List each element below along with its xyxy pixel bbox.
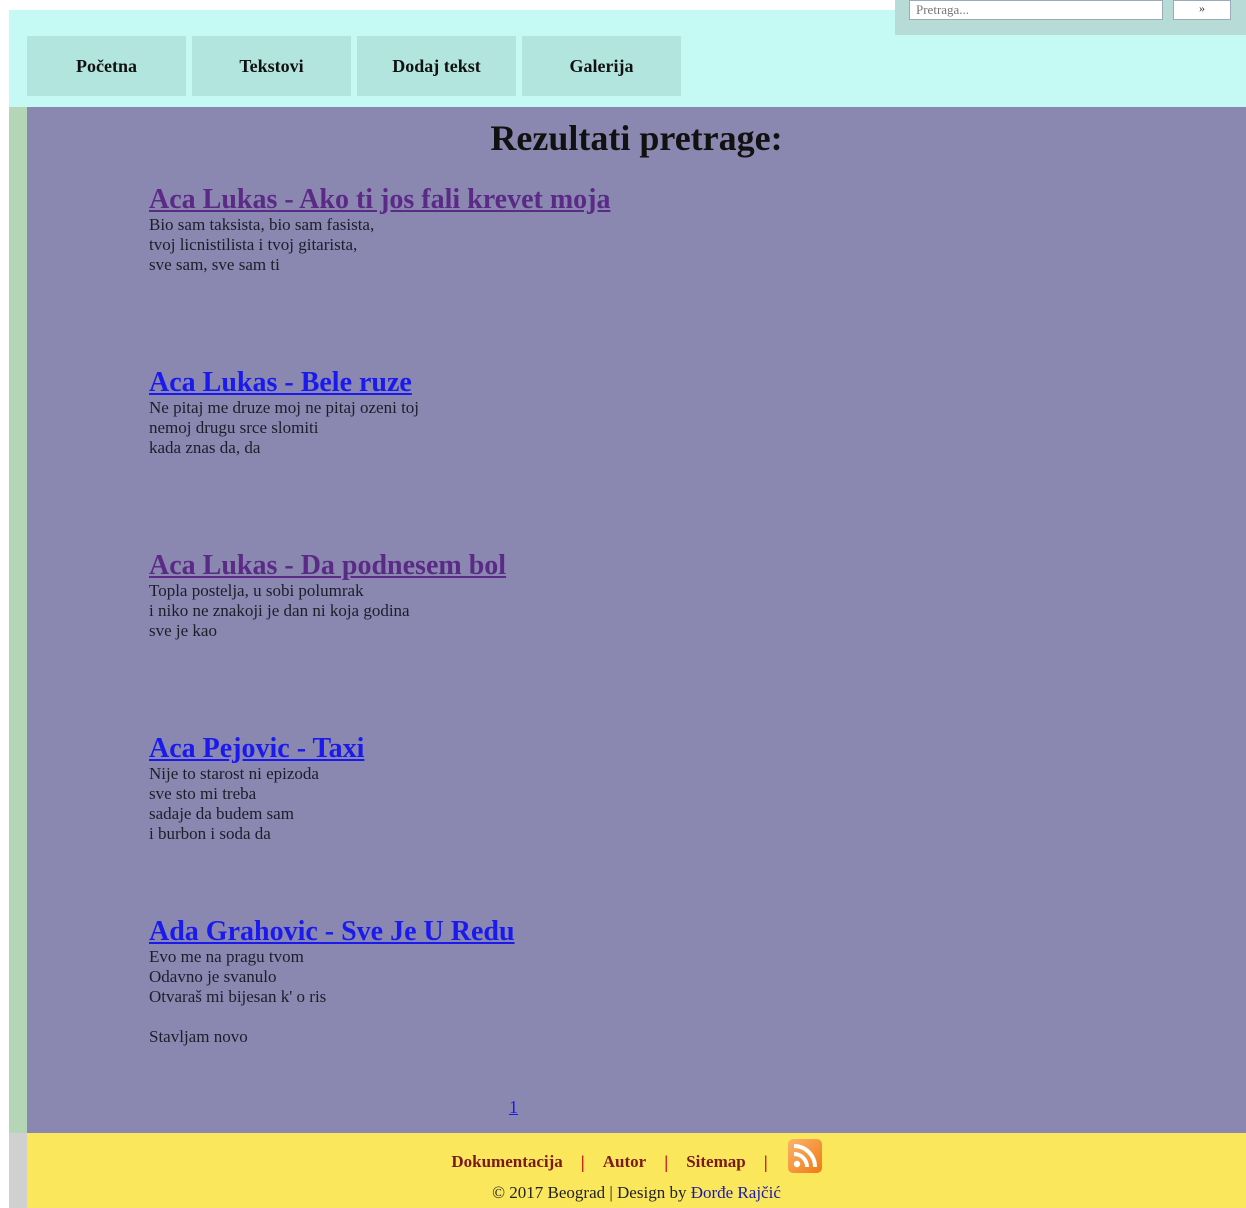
copyright-text: © 2017 Beograd | Design by Đorđe Rajčić (27, 1183, 1246, 1203)
result-link[interactable]: Aca Pejovic - Taxi (149, 734, 364, 764)
nav-item-dodaj-tekst[interactable]: Dodaj tekst (357, 36, 516, 96)
result-excerpt: Bio sam taksista, bio sam fasista, tvoj … (149, 215, 375, 274)
nav-item-tekstovi[interactable]: Tekstovi (192, 36, 351, 96)
pagination-page-link[interactable]: 1 (509, 1097, 518, 1118)
result-excerpt: Evo me na pragu tvom Odavno je svanulo O… (149, 947, 327, 1046)
footer-separator: | (664, 1151, 669, 1172)
footer-link-autor[interactable]: Autor (603, 1152, 646, 1172)
search-result: Aca Pejovic - Taxi Nije to starost ni ep… (149, 734, 364, 844)
result-link[interactable]: Ada Grahovic - Sve Je U Redu (149, 917, 515, 947)
result-link[interactable]: Aca Lukas - Ako ti jos fali krevet moja (149, 185, 610, 215)
author-link[interactable]: Đorđe Rajčić (691, 1183, 781, 1202)
main-content: Rezultati pretrage: Aca Lukas - Ako ti j… (27, 107, 1246, 1133)
search-input[interactable] (909, 0, 1163, 20)
main-nav: Početna Tekstovi Dodaj tekst Galerija (27, 36, 681, 96)
site-footer: Dokumentacija | Autor | Sitemap | © 2017… (27, 1133, 1246, 1208)
footer-separator: | (763, 1151, 768, 1172)
footer-link-sitemap[interactable]: Sitemap (686, 1152, 746, 1172)
search-bar: » (895, 0, 1246, 35)
rss-feed-icon[interactable] (787, 1139, 822, 1173)
result-link[interactable]: Aca Lukas - Bele ruze (149, 368, 419, 398)
page-frame: » Početna Tekstovi Dodaj tekst Galerija … (9, 0, 1246, 1208)
search-result: Aca Lukas - Ako ti jos fali krevet moja … (149, 185, 610, 275)
result-excerpt: Ne pitaj me druze moj ne pitaj ozeni toj… (149, 398, 420, 457)
footer-links: Dokumentacija | Autor | Sitemap | (27, 1139, 1246, 1179)
footer-separator: | (580, 1151, 585, 1172)
page-title: Rezultati pretrage: (490, 118, 783, 158)
nav-item-galerija[interactable]: Galerija (522, 36, 681, 96)
nav-item-pocetna[interactable]: Početna (27, 36, 186, 96)
search-button[interactable]: » (1173, 0, 1231, 20)
left-accent-strip (9, 107, 27, 1133)
rss-glyph-icon (793, 1144, 817, 1168)
copyright-prefix: © 2017 Beograd | Design by (492, 1183, 691, 1202)
bottom-left-strip (9, 1133, 27, 1208)
result-excerpt: Nije to starost ni epizoda sve sto mi tr… (149, 764, 319, 843)
result-excerpt: Topla postelja, u sobi polumrak i niko n… (149, 581, 410, 640)
result-link[interactable]: Aca Lukas - Da podnesem bol (149, 551, 506, 581)
site-header: » Početna Tekstovi Dodaj tekst Galerija (9, 0, 1246, 107)
footer-link-dokumentacija[interactable]: Dokumentacija (451, 1152, 562, 1172)
search-result: Aca Lukas - Bele ruze Ne pitaj me druze … (149, 368, 419, 458)
search-result: Ada Grahovic - Sve Je U Redu Evo me na p… (149, 917, 515, 1047)
search-result: Aca Lukas - Da podnesem bol Topla postel… (149, 551, 506, 641)
